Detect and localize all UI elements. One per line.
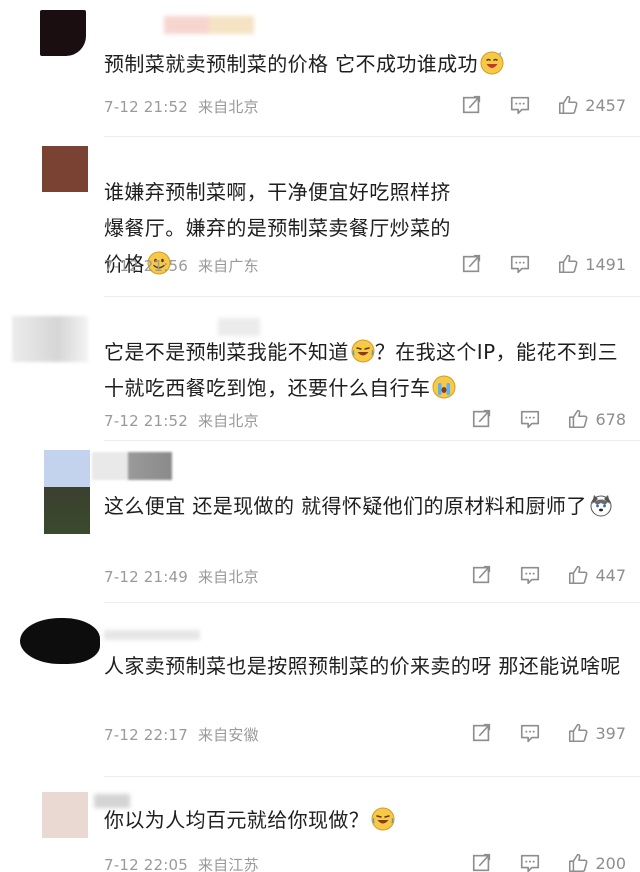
comment-icon[interactable] [519, 722, 541, 744]
avatar[interactable] [20, 618, 100, 664]
laugh-cry-emoji-icon [351, 339, 375, 363]
share-icon[interactable] [471, 564, 493, 586]
avatar[interactable] [40, 10, 86, 56]
comment-item: 人家卖预制菜也是按照预制菜的价来卖的呀 那还能说啥呢 7-12 22:17 来自… [0, 604, 640, 778]
avatar[interactable] [42, 792, 88, 838]
comment-time: 7-12 21:52 [104, 412, 189, 430]
comment-text: 它是不是预制菜我能不知道 ？在我这个IP，能花不到三十就吃西餐吃到饱，还要什么自行… [104, 339, 618, 400]
thumbs-up-icon[interactable] [567, 852, 589, 872]
comment-meta: 7-12 22:17 来自安徽 [104, 724, 259, 745]
share-icon[interactable] [471, 722, 493, 744]
like-count[interactable]: 200 [595, 854, 626, 872]
comment-time: 7-12 22:17 [104, 726, 189, 744]
comment-actions: 1491 [461, 253, 626, 275]
comment-actions: 397 [471, 722, 626, 744]
divider [104, 602, 640, 603]
crying-emoji-icon [432, 375, 456, 399]
comment-icon[interactable] [519, 408, 541, 430]
like-count[interactable]: 2457 [585, 96, 626, 115]
thumbs-up-icon[interactable] [557, 94, 579, 116]
comment-location: 来自广东 [197, 257, 259, 275]
username-blurred[interactable] [104, 16, 254, 34]
like-count[interactable]: 447 [595, 566, 626, 585]
share-icon[interactable] [461, 253, 483, 275]
comment-icon[interactable] [519, 564, 541, 586]
comment-meta: 7-12 22:05 来自江苏 [104, 854, 259, 872]
comment-time: 7-12 21:56 [104, 257, 189, 275]
husky-emoji-icon [589, 493, 613, 517]
comment-item: 你以为人均百元就给你现做？ 7-12 22:05 来自江苏 200 [0, 778, 640, 872]
comment-actions: 200 [471, 852, 626, 872]
comment-actions: 678 [471, 408, 626, 430]
comment-text: 这么便宜 还是现做的 就得怀疑他们的原材料和厨师了 [104, 488, 634, 524]
comment-meta: 7-12 21:49 来自北京 [104, 566, 259, 587]
like-count[interactable]: 397 [595, 724, 626, 743]
comment-meta: 7-12 21:56 来自广东 [104, 255, 259, 276]
username-blurred[interactable] [104, 630, 200, 640]
comment-text: 你以为人均百元就给你现做？ [104, 802, 626, 838]
like-count[interactable]: 678 [595, 410, 626, 429]
avatar[interactable] [12, 316, 88, 362]
comment-location: 来自安徽 [197, 726, 259, 744]
thumbs-up-icon[interactable] [557, 253, 579, 275]
comment-meta: 7-12 21:52 来自北京 [104, 410, 259, 431]
avatar[interactable] [44, 450, 90, 534]
comment-icon[interactable] [509, 94, 531, 116]
share-icon[interactable] [471, 408, 493, 430]
comment-location: 来自江苏 [197, 856, 259, 872]
share-icon[interactable] [461, 94, 483, 116]
comment-item: 它是不是预制菜我能不知道 ？在我这个IP，能花不到三十就吃西餐吃到饱，还要什么自行… [0, 298, 640, 442]
divider [104, 440, 640, 441]
comment-item: 预制菜就卖预制菜的价格 它不成功谁成功 7-12 21:52 来自北京 2457 [0, 0, 640, 138]
like-count[interactable]: 1491 [585, 255, 626, 274]
comment-time: 7-12 21:49 [104, 568, 189, 586]
username-blurred[interactable] [92, 452, 172, 480]
laugh-cry-emoji-icon [371, 807, 395, 831]
comment-meta: 7-12 21:52 来自北京 [104, 96, 259, 117]
comment-location: 来自北京 [197, 98, 259, 116]
comment-time: 7-12 21:52 [104, 98, 189, 116]
share-icon[interactable] [471, 852, 493, 872]
comment-actions: 2457 [461, 94, 626, 116]
comment-icon[interactable] [509, 253, 531, 275]
divider [104, 296, 640, 297]
divider [104, 776, 640, 777]
comment-text: 人家卖预制菜也是按照预制菜的价来卖的呀 那还能说啥呢 [104, 654, 621, 678]
comment-icon[interactable] [519, 852, 541, 872]
avatar[interactable] [42, 146, 88, 192]
comment-item: 这么便宜 还是现做的 就得怀疑他们的原材料和厨师了 7-12 21:49 来自北… [0, 442, 640, 604]
comment-location: 来自北京 [197, 412, 259, 430]
thumbs-up-icon[interactable] [567, 408, 589, 430]
comment-time: 7-12 22:05 [104, 856, 189, 872]
comment-location: 来自北京 [197, 568, 259, 586]
thumbs-up-icon[interactable] [567, 564, 589, 586]
thumbs-up-icon[interactable] [567, 722, 589, 744]
divider [104, 136, 640, 137]
comment-text: 预制菜就卖预制菜的价格 它不成功谁成功 [104, 46, 626, 82]
grinning-sweat-emoji-icon [480, 51, 504, 75]
comment-actions: 447 [471, 564, 626, 586]
comment-item: 谁嫌弃预制菜啊，干净便宜好吃照样挤爆餐厅。嫌弃的是预制菜卖餐厅炒菜的价格 7-1… [0, 138, 640, 298]
